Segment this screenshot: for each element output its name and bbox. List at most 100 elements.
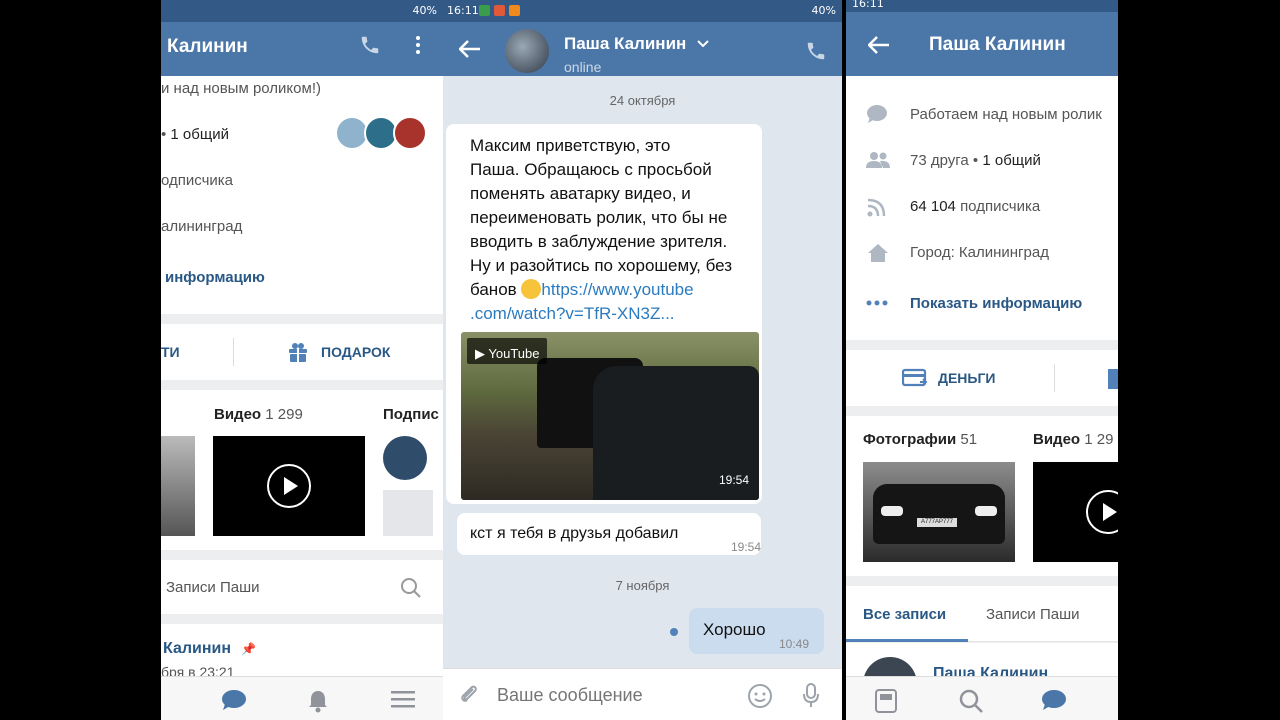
incoming-message[interactable]: Максим приветствую, это Паша. Обращаюсь … bbox=[446, 124, 762, 504]
subscription-thumbnail[interactable] bbox=[383, 490, 433, 536]
message-button-label[interactable]: ТИ bbox=[161, 344, 180, 360]
post-author[interactable]: Калинин bbox=[163, 640, 231, 658]
phone-icon[interactable] bbox=[359, 34, 381, 56]
friends-common: 1 общий bbox=[170, 126, 229, 143]
subscriptions-label[interactable]: Подпис bbox=[383, 406, 439, 423]
back-arrow-icon[interactable] bbox=[459, 40, 481, 58]
photo-thumbnail[interactable]: А777АР777 bbox=[863, 462, 1015, 562]
video-label[interactable]: Видео 1 29 bbox=[1033, 431, 1113, 448]
battery-level: 40% bbox=[811, 4, 836, 17]
posts-search-bar: Записи Паши bbox=[161, 560, 443, 614]
unread-dot bbox=[670, 628, 678, 636]
video-preview[interactable]: ▶ YouTube 19:54 bbox=[461, 332, 759, 500]
emoji-icon[interactable] bbox=[747, 683, 773, 709]
status-bubble-icon bbox=[867, 105, 887, 123]
media-card: Видео 1 299 Подпис bbox=[161, 390, 443, 550]
action-buttons-card: ДЕНЬГИ bbox=[846, 350, 1118, 406]
message-time: 19:54 bbox=[731, 540, 762, 554]
home-icon bbox=[868, 244, 888, 262]
play-small-icon: ▶ bbox=[475, 346, 485, 361]
friends-row[interactable]: • 1 общий bbox=[161, 126, 229, 143]
status-time: 16:11 bbox=[852, 0, 884, 10]
photos-label[interactable]: Фотографии 51 bbox=[863, 431, 977, 448]
microphone-icon[interactable] bbox=[801, 682, 821, 710]
outgoing-message[interactable]: Хорошо 10:49 bbox=[689, 608, 824, 654]
show-info-link[interactable]: Показать информацию bbox=[910, 295, 1082, 312]
search-icon[interactable] bbox=[400, 577, 422, 599]
contact-status: online bbox=[564, 59, 602, 75]
status-bar: 16:11 bbox=[846, 0, 1118, 12]
posts-tab[interactable]: Записи Паши bbox=[166, 579, 260, 596]
headlight bbox=[881, 506, 903, 516]
search-icon[interactable] bbox=[959, 689, 983, 713]
message-list[interactable]: 24 октября Максим приветствую, это Паша.… bbox=[443, 76, 842, 668]
right-profile-panel: 16:11 Паша Калинин Работаем над новым ро… bbox=[846, 0, 1118, 720]
video-thumbnail[interactable] bbox=[213, 436, 365, 536]
license-plate: А777АР777 bbox=[917, 518, 957, 527]
active-tab-underline bbox=[846, 639, 968, 642]
action-buttons-card: ТИ ПОДАРОК bbox=[161, 324, 443, 380]
tab-all-posts[interactable]: Все записи bbox=[863, 606, 946, 623]
youtube-badge: ▶ YouTube bbox=[467, 338, 548, 364]
photo-thumbnail[interactable] bbox=[161, 436, 195, 536]
phone-icon[interactable] bbox=[805, 40, 827, 62]
divider bbox=[233, 338, 234, 366]
friend-avatars[interactable] bbox=[335, 116, 427, 150]
video-thumbnail[interactable] bbox=[1033, 462, 1118, 562]
subscribers-row[interactable]: 64 104 подписчика bbox=[910, 198, 1040, 215]
left-profile-panel: 40% Калинин и над новым роликом!) • 1 об… bbox=[161, 0, 443, 720]
message-input[interactable] bbox=[497, 681, 717, 709]
avatar bbox=[393, 116, 427, 150]
youtube-link[interactable]: https://www.youtube bbox=[541, 280, 693, 299]
chevron-down-icon[interactable] bbox=[697, 40, 709, 48]
profile-info-card: Работаем над новым ролик 73 друга • 1 об… bbox=[846, 76, 1118, 340]
message-text: Максим приветствую, это Паша. Обращаюсь … bbox=[470, 134, 732, 326]
gift-button-label[interactable]: ПОДАРОК bbox=[321, 344, 390, 360]
profile-title: Калинин bbox=[167, 36, 248, 57]
message-text: кст я тебя в друзья добавил bbox=[470, 525, 679, 542]
bottom-nav bbox=[161, 676, 443, 720]
friends-count: 73 друга bbox=[910, 152, 969, 169]
menu-icon[interactable] bbox=[391, 689, 415, 709]
paperclip-icon[interactable] bbox=[457, 683, 481, 707]
chat-panel: 16:11 40% Паша Калинин online 24 октября… bbox=[443, 0, 842, 720]
news-icon[interactable] bbox=[875, 689, 897, 713]
more-horizontal-icon[interactable] bbox=[866, 300, 888, 306]
friends-row[interactable]: 73 друга • 1 общий bbox=[910, 152, 1041, 169]
message-time: 10:49 bbox=[779, 637, 810, 651]
youtube-link-cont[interactable]: .com/watch?v=TfR-XN3Z... bbox=[470, 302, 732, 326]
notification-icons bbox=[479, 5, 520, 19]
subscription-thumbnail[interactable] bbox=[383, 436, 433, 486]
status-text: и над новым роликом!) bbox=[161, 80, 321, 97]
profile-title: Паша Калинин bbox=[929, 34, 1066, 55]
play-icon[interactable] bbox=[266, 463, 312, 509]
divider bbox=[1054, 364, 1055, 392]
show-info-link[interactable]: информацию bbox=[165, 269, 265, 286]
contact-avatar[interactable] bbox=[505, 29, 549, 73]
status-bar: 16:11 40% bbox=[443, 0, 842, 22]
subscribers-row[interactable]: одписчика bbox=[161, 172, 233, 189]
money-card-icon[interactable] bbox=[902, 368, 928, 388]
more-vertical-icon[interactable] bbox=[411, 34, 425, 56]
city-row: алининград bbox=[161, 218, 243, 235]
money-button-label[interactable]: ДЕНЬГИ bbox=[938, 370, 995, 386]
rss-icon bbox=[867, 198, 886, 217]
incoming-message[interactable]: кст я тебя в друзья добавил 19:54 bbox=[457, 513, 761, 555]
status-time: 16:11 bbox=[447, 4, 479, 17]
post-header: Калинин 📌 бря в 23:21 bbox=[161, 624, 443, 680]
gift-icon[interactable] bbox=[1108, 369, 1118, 389]
chat-header: Паша Калинин online bbox=[443, 22, 842, 76]
play-icon[interactable] bbox=[1085, 489, 1118, 535]
gift-icon[interactable] bbox=[287, 341, 309, 363]
back-arrow-icon[interactable] bbox=[868, 36, 890, 54]
subscribers-count: 64 104 bbox=[910, 198, 956, 215]
notifications-icon[interactable] bbox=[307, 689, 329, 713]
messages-icon[interactable] bbox=[221, 689, 247, 711]
tab-pasha-posts[interactable]: Записи Паши bbox=[986, 606, 1080, 623]
date-separator: 7 ноября bbox=[615, 578, 670, 593]
friends-common: 1 общий bbox=[982, 152, 1041, 169]
profile-header: Калинин bbox=[161, 22, 443, 76]
contact-name[interactable]: Паша Калинин bbox=[564, 34, 686, 54]
messages-icon[interactable] bbox=[1041, 689, 1067, 711]
video-label[interactable]: Видео 1 299 bbox=[214, 406, 303, 423]
